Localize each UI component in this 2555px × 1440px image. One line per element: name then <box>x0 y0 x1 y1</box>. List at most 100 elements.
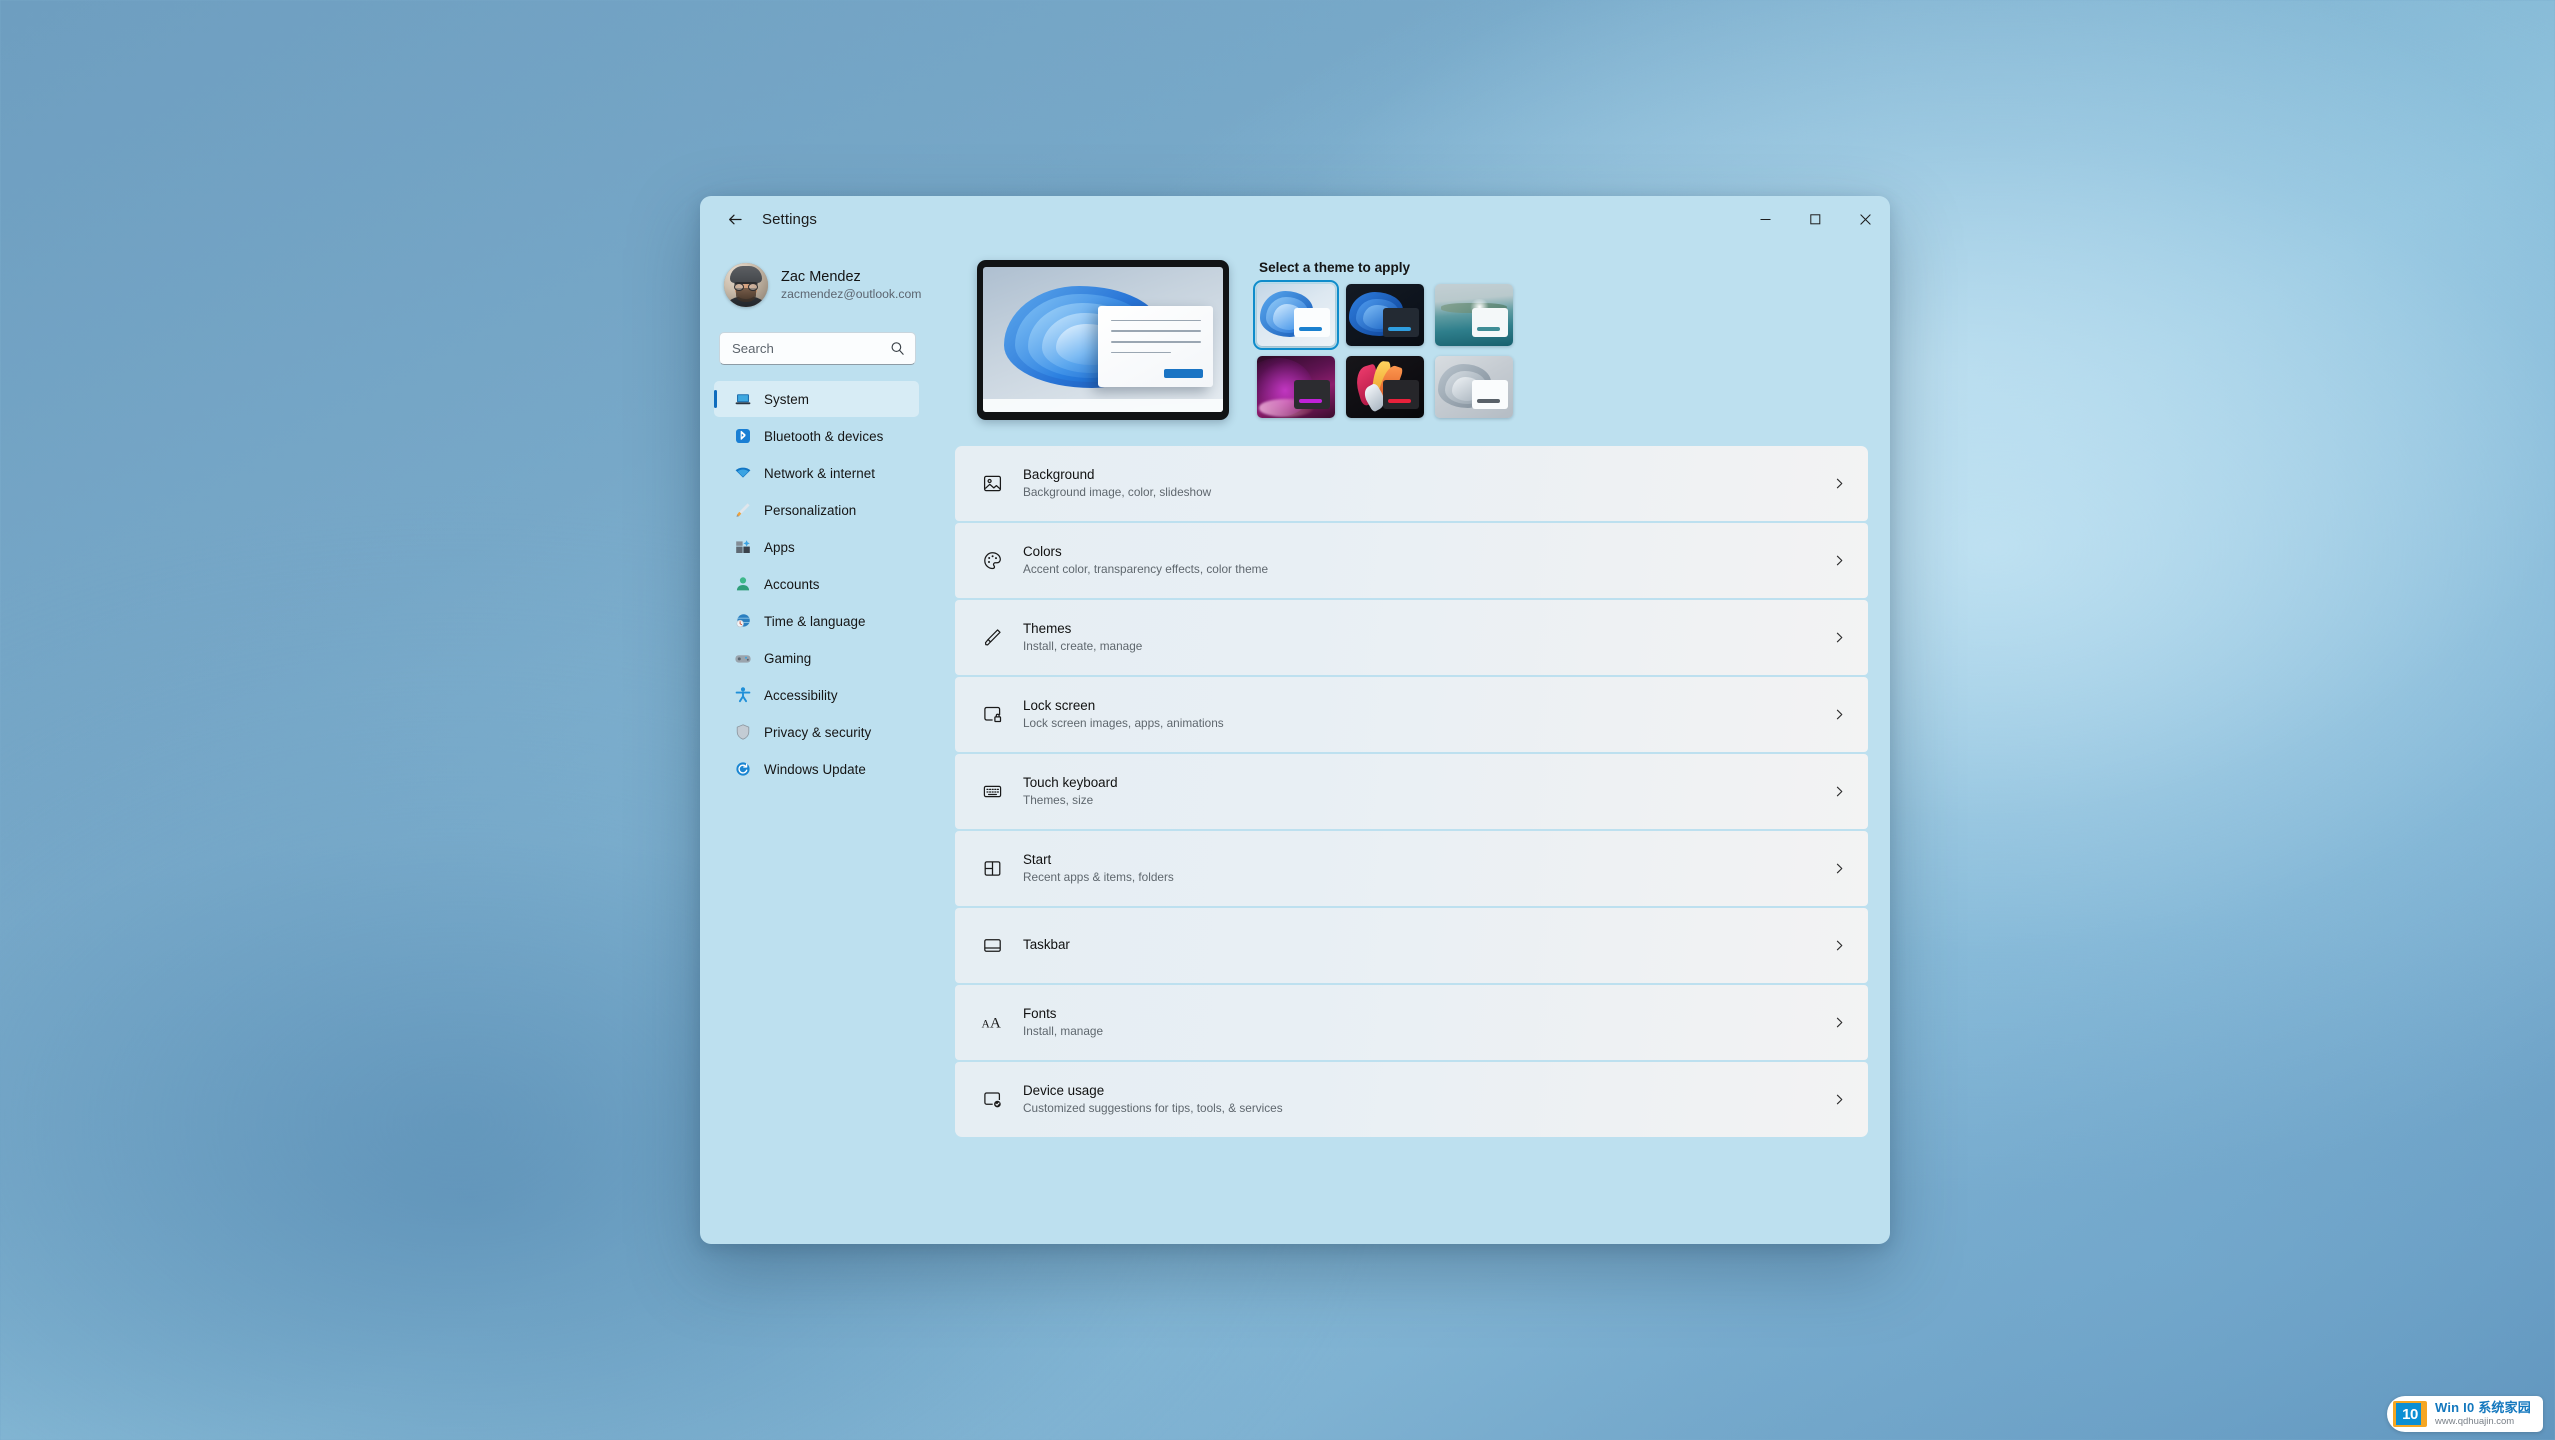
window-controls <box>1740 196 1890 242</box>
device-check-icon <box>975 1083 1009 1117</box>
win10-logo-icon: 10 <box>2393 1401 2428 1427</box>
window-title: Settings <box>762 210 817 228</box>
paintbrush-icon <box>975 621 1009 655</box>
search-icon[interactable] <box>890 341 905 356</box>
sidebar: Zac Mendez zacmendez@outlook.com Search … <box>700 242 933 1244</box>
chevron-right-icon <box>1833 939 1850 952</box>
settings-row-taskbar[interactable]: Taskbar <box>955 908 1868 983</box>
start-layout-icon <box>975 852 1009 886</box>
chevron-right-icon <box>1833 631 1850 644</box>
settings-row-colors[interactable]: Colors Accent color, transparency effect… <box>955 523 1868 598</box>
site-watermark: 10 Win I0 系统家园 www.qdhuajin.com <box>2387 1396 2543 1432</box>
row-title: Colors <box>1023 543 1062 559</box>
chevron-right-icon <box>1833 477 1850 490</box>
chevron-right-icon <box>1833 1016 1850 1029</box>
settings-row-background[interactable]: Background Background image, color, slid… <box>955 446 1868 521</box>
account-block[interactable]: Zac Mendez zacmendez@outlook.com <box>712 242 921 316</box>
chevron-right-icon <box>1833 708 1850 721</box>
search-input[interactable] <box>732 341 890 356</box>
settings-row-themes[interactable]: Themes Install, create, manage <box>955 600 1868 675</box>
row-title: Lock screen <box>1023 697 1096 713</box>
lock-screen-icon <box>975 698 1009 732</box>
row-subtitle: Background image, color, slideshow <box>1023 485 1212 500</box>
settings-row-lock-screen[interactable]: Lock screen Lock screen images, apps, an… <box>955 677 1868 752</box>
chevron-right-icon <box>1833 862 1850 875</box>
row-title: Taskbar <box>1023 936 1070 952</box>
settings-list: Background Background image, color, slid… <box>955 446 1868 1139</box>
theme-card-flow-dark-floral[interactable] <box>1346 356 1424 418</box>
laptop-icon <box>734 390 752 408</box>
sidebar-item-personalization[interactable]: Personalization <box>714 492 919 528</box>
sidebar-item-label: Apps <box>764 539 795 555</box>
svg-text:A: A <box>990 1015 1001 1031</box>
settings-row-start[interactable]: Start Recent apps & items, folders <box>955 831 1868 906</box>
maximize-button[interactable] <box>1790 196 1840 242</box>
keyboard-icon <box>975 775 1009 809</box>
back-button[interactable] <box>714 203 756 235</box>
watermark-url: www.qdhuajin.com <box>2435 1415 2515 1427</box>
row-title: Start <box>1023 851 1052 867</box>
account-name: Zac Mendez <box>781 268 861 285</box>
row-subtitle: Themes, size <box>1023 793 1094 808</box>
sidebar-item-label: Windows Update <box>764 761 866 777</box>
sidebar-item-bluetooth-devices[interactable]: Bluetooth & devices <box>714 418 919 454</box>
row-subtitle: Customized suggestions for tips, tools, … <box>1023 1101 1283 1116</box>
paintbrush-icon <box>734 501 752 519</box>
window-body: Zac Mendez zacmendez@outlook.com Search … <box>700 242 1890 1244</box>
monitor-wrapper <box>955 260 1233 432</box>
theme-card-windows-dark-bloom[interactable] <box>1346 284 1424 346</box>
chevron-right-icon <box>1833 1093 1850 1106</box>
chevron-right-icon <box>1833 785 1850 798</box>
row-subtitle: Accent color, transparency effects, colo… <box>1023 562 1269 577</box>
sidebar-item-gaming[interactable]: Gaming <box>714 640 919 676</box>
fonts-aa-icon: A A <box>975 1006 1009 1040</box>
chevron-right-icon <box>1833 554 1850 567</box>
watermark-number: 10 <box>2402 1405 2418 1423</box>
monitor-screen <box>983 267 1223 412</box>
row-title: Background <box>1023 466 1095 482</box>
row-title: Device usage <box>1023 1082 1105 1098</box>
clock-globe-icon <box>734 612 752 630</box>
row-subtitle: Lock screen images, apps, animations <box>1023 716 1224 731</box>
avatar <box>724 263 768 307</box>
sidebar-item-accounts[interactable]: Accounts <box>714 566 919 602</box>
row-subtitle: Install, create, manage <box>1023 639 1143 654</box>
sidebar-item-label: Accounts <box>764 576 820 592</box>
sidebar-item-time-language[interactable]: Time & language <box>714 603 919 639</box>
wifi-icon <box>734 464 752 482</box>
sidebar-item-label: Bluetooth & devices <box>764 428 884 444</box>
close-button[interactable] <box>1840 196 1890 242</box>
row-title: Themes <box>1023 620 1072 636</box>
palette-icon <box>975 544 1009 578</box>
person-icon <box>734 575 752 593</box>
theme-card-sunrise-light-bloom[interactable] <box>1435 356 1513 418</box>
content-pane: Select a theme to apply Background Backg… <box>933 242 1890 1244</box>
sidebar-item-accessibility[interactable]: Accessibility <box>714 677 919 713</box>
search-box[interactable] <box>719 332 916 365</box>
sidebar-item-label: Time & language <box>764 613 866 629</box>
watermark-title: Win I0 系统家园 <box>2435 1399 2531 1415</box>
bluetooth-icon <box>734 427 752 445</box>
row-subtitle: Recent apps & items, folders <box>1023 870 1174 885</box>
row-subtitle: Install, manage <box>1023 1024 1104 1039</box>
search-wrapper <box>712 316 921 365</box>
sidebar-item-system[interactable]: System <box>714 381 919 417</box>
title-bar: Settings <box>700 196 1890 242</box>
sidebar-nav: System Bluetooth & devices Network & int… <box>712 381 921 787</box>
theme-card-windows-light-bloom[interactable] <box>1253 280 1339 350</box>
sidebar-item-windows-update[interactable]: Windows Update <box>714 751 919 787</box>
desktop-preview-monitor <box>977 260 1229 420</box>
settings-row-touch-keyboard[interactable]: Touch keyboard Themes, size <box>955 754 1868 829</box>
minimize-button[interactable] <box>1740 196 1790 242</box>
hero-area: Select a theme to apply <box>955 242 1868 432</box>
theme-picker: Select a theme to apply <box>1233 260 1868 432</box>
settings-row-fonts[interactable]: A A Fonts Install, manage <box>955 985 1868 1060</box>
theme-card-captured-motion-purple[interactable] <box>1257 356 1335 418</box>
settings-row-device-usage[interactable]: Device usage Customized suggestions for … <box>955 1062 1868 1137</box>
sidebar-item-apps[interactable]: Apps <box>714 529 919 565</box>
sidebar-item-network-internet[interactable]: Network & internet <box>714 455 919 491</box>
sidebar-item-privacy-security[interactable]: Privacy & security <box>714 714 919 750</box>
theme-card-glow-seascape[interactable] <box>1435 284 1513 346</box>
shield-icon <box>734 723 752 741</box>
sidebar-item-label: System <box>764 391 809 407</box>
